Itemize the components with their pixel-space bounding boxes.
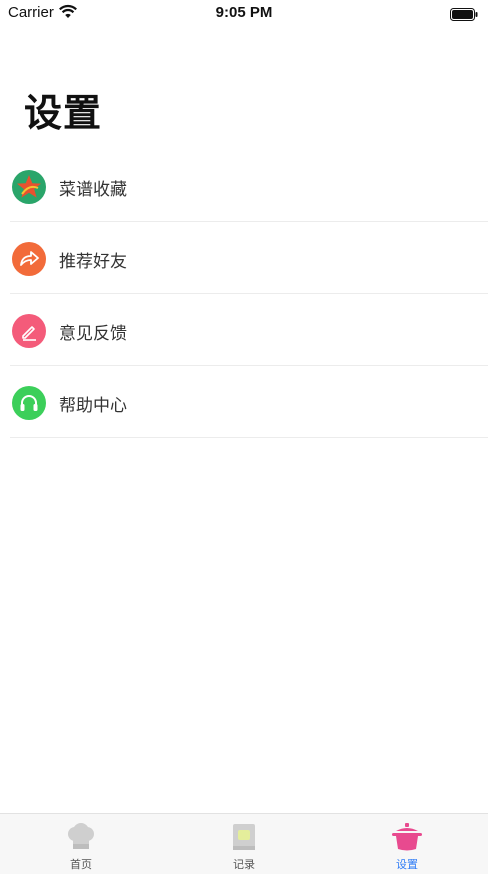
tab-label: 首页 [70, 858, 92, 871]
menu-item-help[interactable]: 帮助中心 [10, 366, 488, 438]
edit-icon [12, 314, 46, 348]
tab-label: 记录 [233, 858, 255, 871]
tab-settings[interactable]: 设置 [326, 814, 488, 874]
menu-item-label: 菜谱收藏 [59, 180, 127, 200]
menu-item-favorites[interactable]: 菜谱收藏 [10, 150, 488, 222]
clock: 9:05 PM [215, 4, 273, 21]
tab-home[interactable]: 首页 [0, 814, 162, 874]
tab-label: 设置 [396, 858, 418, 871]
menu-item-label: 意见反馈 [59, 324, 127, 344]
chef-hat-icon [65, 822, 97, 852]
battery-icon [450, 6, 478, 21]
star-icon [12, 170, 46, 204]
page-title: 设置 [24, 91, 103, 135]
status-bar: Carrier 9:05 PM [0, 0, 488, 26]
cooking-pot-icon [391, 822, 423, 852]
share-icon [12, 242, 46, 276]
settings-menu: 菜谱收藏 推荐好友 意见反馈 帮助中心 [0, 150, 488, 438]
menu-item-label: 帮助中心 [59, 396, 127, 416]
menu-item-recommend[interactable]: 推荐好友 [10, 222, 488, 294]
headphones-icon [12, 386, 46, 420]
tab-bar: 首页 记录 设置 [0, 813, 488, 874]
notebook-icon [228, 822, 260, 852]
menu-item-feedback[interactable]: 意见反馈 [10, 294, 488, 366]
tab-records[interactable]: 记录 [163, 814, 325, 874]
menu-item-label: 推荐好友 [59, 252, 127, 272]
